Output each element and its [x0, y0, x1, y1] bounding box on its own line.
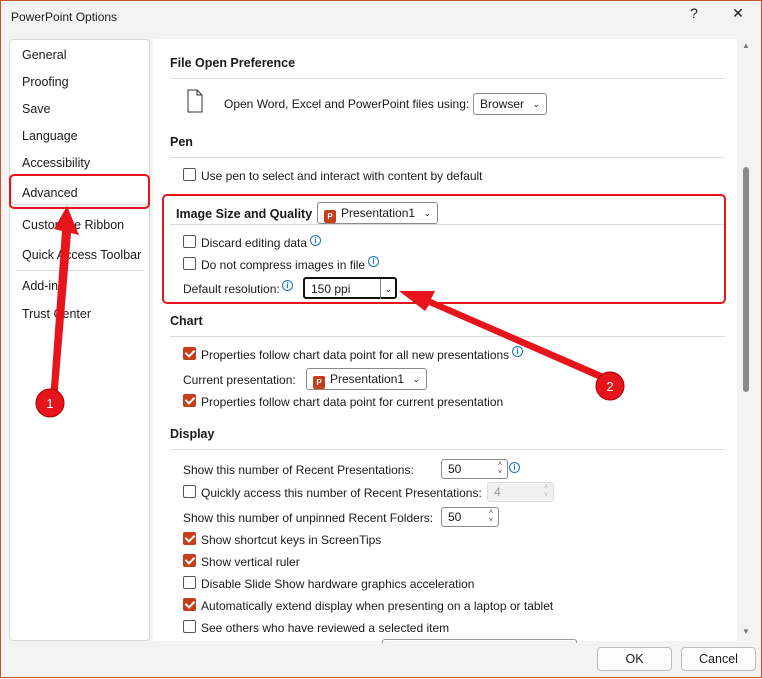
annotation-overlay: 1 2: [9, 174, 726, 418]
annotation-label-2: 2: [606, 379, 613, 394]
arrow-2: [399, 291, 611, 383]
powerpoint-options-dialog: PowerPoint Options ? ✕ General Proofing …: [0, 0, 762, 678]
image-section-highlight: [162, 194, 726, 304]
advanced-highlight: [9, 174, 150, 209]
arrow-1: [50, 206, 79, 401]
annotation-label-1: 1: [46, 396, 53, 411]
